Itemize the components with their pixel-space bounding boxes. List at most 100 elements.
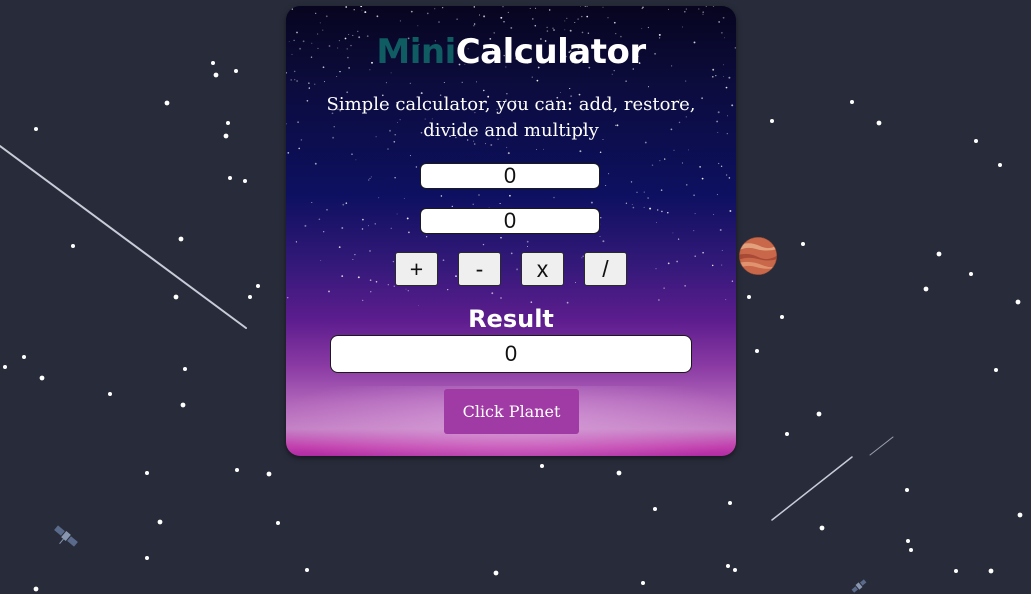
result-field: 0 — [330, 335, 692, 373]
card-star — [717, 131, 719, 133]
card-star — [490, 144, 493, 146]
star — [256, 284, 260, 288]
card-star — [425, 236, 428, 238]
card-star — [569, 88, 571, 90]
card-star — [434, 8, 436, 10]
star — [211, 61, 215, 65]
card-star — [725, 299, 727, 301]
card-star — [655, 268, 657, 270]
card-star — [507, 11, 509, 13]
card-star — [499, 202, 501, 205]
card-star — [417, 25, 419, 27]
star — [178, 236, 184, 242]
card-star — [376, 15, 379, 18]
card-star — [410, 10, 413, 13]
add-button[interactable]: + — [395, 252, 438, 286]
shooting-star — [0, 145, 247, 329]
card-star — [341, 227, 344, 229]
star — [145, 471, 149, 475]
star — [653, 507, 657, 511]
card-star — [643, 206, 645, 208]
multiply-button[interactable]: x — [521, 252, 564, 286]
card-star — [328, 290, 330, 293]
card-star — [599, 236, 601, 237]
star — [780, 315, 784, 319]
card-star — [472, 203, 474, 205]
star — [180, 402, 186, 408]
card-star — [408, 231, 410, 234]
star — [228, 176, 232, 180]
card-star — [362, 299, 364, 302]
card-star — [361, 9, 363, 11]
card-star — [357, 276, 360, 279]
card-star — [534, 7, 537, 9]
card-star — [375, 280, 378, 283]
card-star — [641, 28, 643, 30]
card-star — [643, 191, 645, 193]
card-star — [311, 202, 313, 203]
star — [641, 581, 645, 585]
card-star — [320, 260, 322, 261]
planet-icon[interactable] — [738, 236, 778, 276]
result-label: Result — [468, 305, 554, 333]
card-star — [440, 195, 443, 197]
card-star — [341, 275, 344, 277]
card-star — [500, 236, 502, 239]
click-planet-button[interactable]: Click Planet — [444, 389, 579, 434]
card-star — [667, 212, 669, 214]
card-star — [296, 80, 298, 82]
card-star — [338, 246, 341, 248]
card-star — [510, 252, 513, 255]
card-star — [647, 197, 649, 199]
card-star — [684, 10, 686, 13]
star — [266, 471, 272, 477]
card-star — [369, 177, 371, 179]
card-star — [717, 111, 720, 114]
star — [305, 568, 309, 572]
card-star — [529, 7, 531, 9]
card-star — [370, 176, 372, 178]
card-star — [443, 82, 445, 84]
card-star — [699, 166, 701, 168]
divide-button[interactable]: / — [584, 252, 627, 286]
star — [770, 119, 774, 123]
card-star — [516, 268, 519, 271]
star — [819, 525, 825, 531]
first-number-input[interactable] — [420, 163, 600, 189]
card-star — [473, 6, 476, 8]
card-star — [602, 6, 604, 8]
card-star — [611, 73, 613, 75]
card-star — [324, 81, 325, 83]
card-star — [510, 26, 513, 29]
subtract-button[interactable]: - — [458, 252, 501, 286]
card-star — [728, 177, 731, 179]
card-star — [385, 82, 387, 84]
card-star — [673, 149, 675, 151]
card-star — [605, 185, 607, 187]
card-star — [725, 174, 728, 176]
card-star — [543, 148, 545, 150]
card-star — [506, 146, 508, 148]
card-star — [648, 86, 649, 88]
card-star — [286, 123, 287, 125]
star — [616, 470, 622, 476]
card-star — [390, 72, 392, 74]
card-star — [608, 173, 610, 175]
card-star — [632, 206, 635, 209]
card-star — [286, 296, 289, 299]
card-star — [502, 6, 504, 8]
second-number-input[interactable] — [420, 208, 600, 234]
card-star — [500, 297, 502, 299]
card-star — [716, 120, 718, 123]
card-star — [390, 227, 392, 229]
star — [909, 548, 913, 552]
card-star — [726, 132, 728, 135]
star — [234, 69, 238, 73]
card-star — [590, 201, 593, 204]
card-star — [727, 115, 728, 117]
card-star — [553, 29, 555, 31]
card-star — [534, 24, 537, 27]
card-star — [415, 166, 418, 168]
card-star — [546, 26, 548, 29]
card-star — [352, 259, 354, 260]
